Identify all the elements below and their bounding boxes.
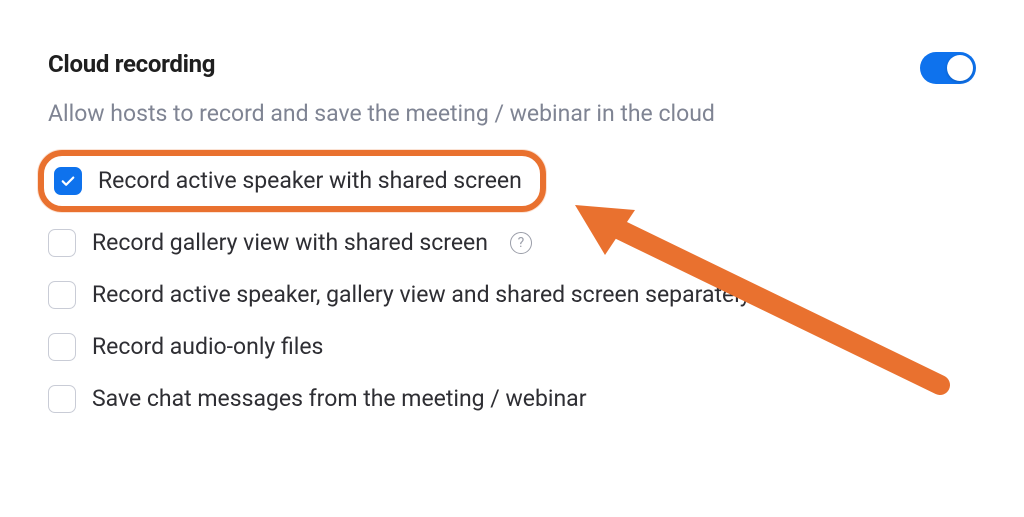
option-label: Record gallery view with shared screen [92, 228, 488, 258]
checkbox-save-chat[interactable] [48, 385, 76, 413]
check-icon [59, 172, 77, 190]
option-record-gallery-shared: Record gallery view with shared screen ? [48, 228, 976, 258]
toggle-knob [947, 55, 973, 81]
help-icon[interactable]: ? [510, 232, 532, 254]
option-label: Record audio-only files [92, 332, 323, 362]
option-record-active-speaker-shared: Record active speaker with shared screen [38, 150, 546, 212]
checkbox-record-separately[interactable] [48, 281, 76, 309]
option-label: Record active speaker with shared screen [98, 166, 522, 196]
option-label: Save chat messages from the meeting / we… [92, 384, 587, 414]
options-list: Record active speaker with shared screen… [48, 156, 976, 413]
option-record-audio-only: Record audio-only files [48, 332, 976, 362]
option-save-chat: Save chat messages from the meeting / we… [48, 384, 976, 414]
option-record-separately: Record active speaker, gallery view and … [48, 280, 976, 310]
option-label: Record active speaker, gallery view and … [92, 280, 751, 310]
checkbox-record-active-speaker-shared[interactable] [54, 167, 82, 195]
checkbox-record-gallery-shared[interactable] [48, 229, 76, 257]
checkbox-record-audio-only[interactable] [48, 333, 76, 361]
cloud-recording-toggle[interactable] [920, 52, 976, 84]
section-header: Cloud recording [48, 50, 976, 84]
section-description: Allow hosts to record and save the meeti… [48, 98, 976, 130]
section-title: Cloud recording [48, 50, 215, 78]
